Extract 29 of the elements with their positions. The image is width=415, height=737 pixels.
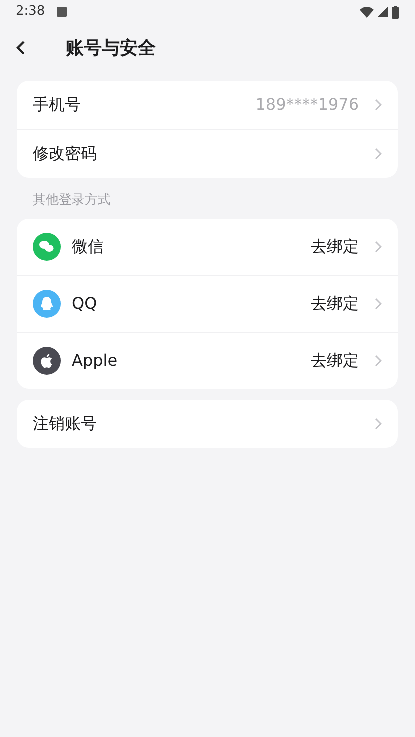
page-title: 账号与安全 [66,36,156,60]
settings-row[interactable]: 手机号 189****1976 [33,81,382,129]
battery-icon [392,6,399,18]
row-label: 修改密码 [33,143,97,165]
bind-action: 去绑定 [311,292,359,314]
phone-number: 189****1976 [256,94,359,116]
section-label: 其他登录方式 [32,192,112,210]
signal-icon [378,7,388,17]
login-method-row[interactable]: Apple 去绑定 [33,332,382,388]
login-method-row[interactable]: 微信 去绑定 [33,218,382,274]
row-label: 注销账号 [33,412,97,434]
chevron-right-icon [375,240,382,252]
chevron-right-icon [375,99,382,111]
settings-row[interactable]: 修改密码 [33,130,382,178]
chevron-right-icon [375,298,382,310]
method-label: 微信 [72,236,104,258]
login-method-row[interactable]: QQ 去绑定 [33,276,382,332]
row-label: 手机号 [33,94,81,116]
method-label: Apple [72,350,118,372]
settings-row[interactable]: 注销账号 [33,400,382,448]
wifi-icon [360,6,374,18]
chevron-right-icon [375,418,382,430]
back-icon [16,40,26,56]
status-time: 2:38 [16,3,46,22]
bind-action: 去绑定 [311,350,359,372]
chevron-right-icon [375,354,382,366]
bind-action: 去绑定 [311,236,359,258]
chevron-right-icon [375,148,382,160]
method-label: QQ [72,292,98,314]
